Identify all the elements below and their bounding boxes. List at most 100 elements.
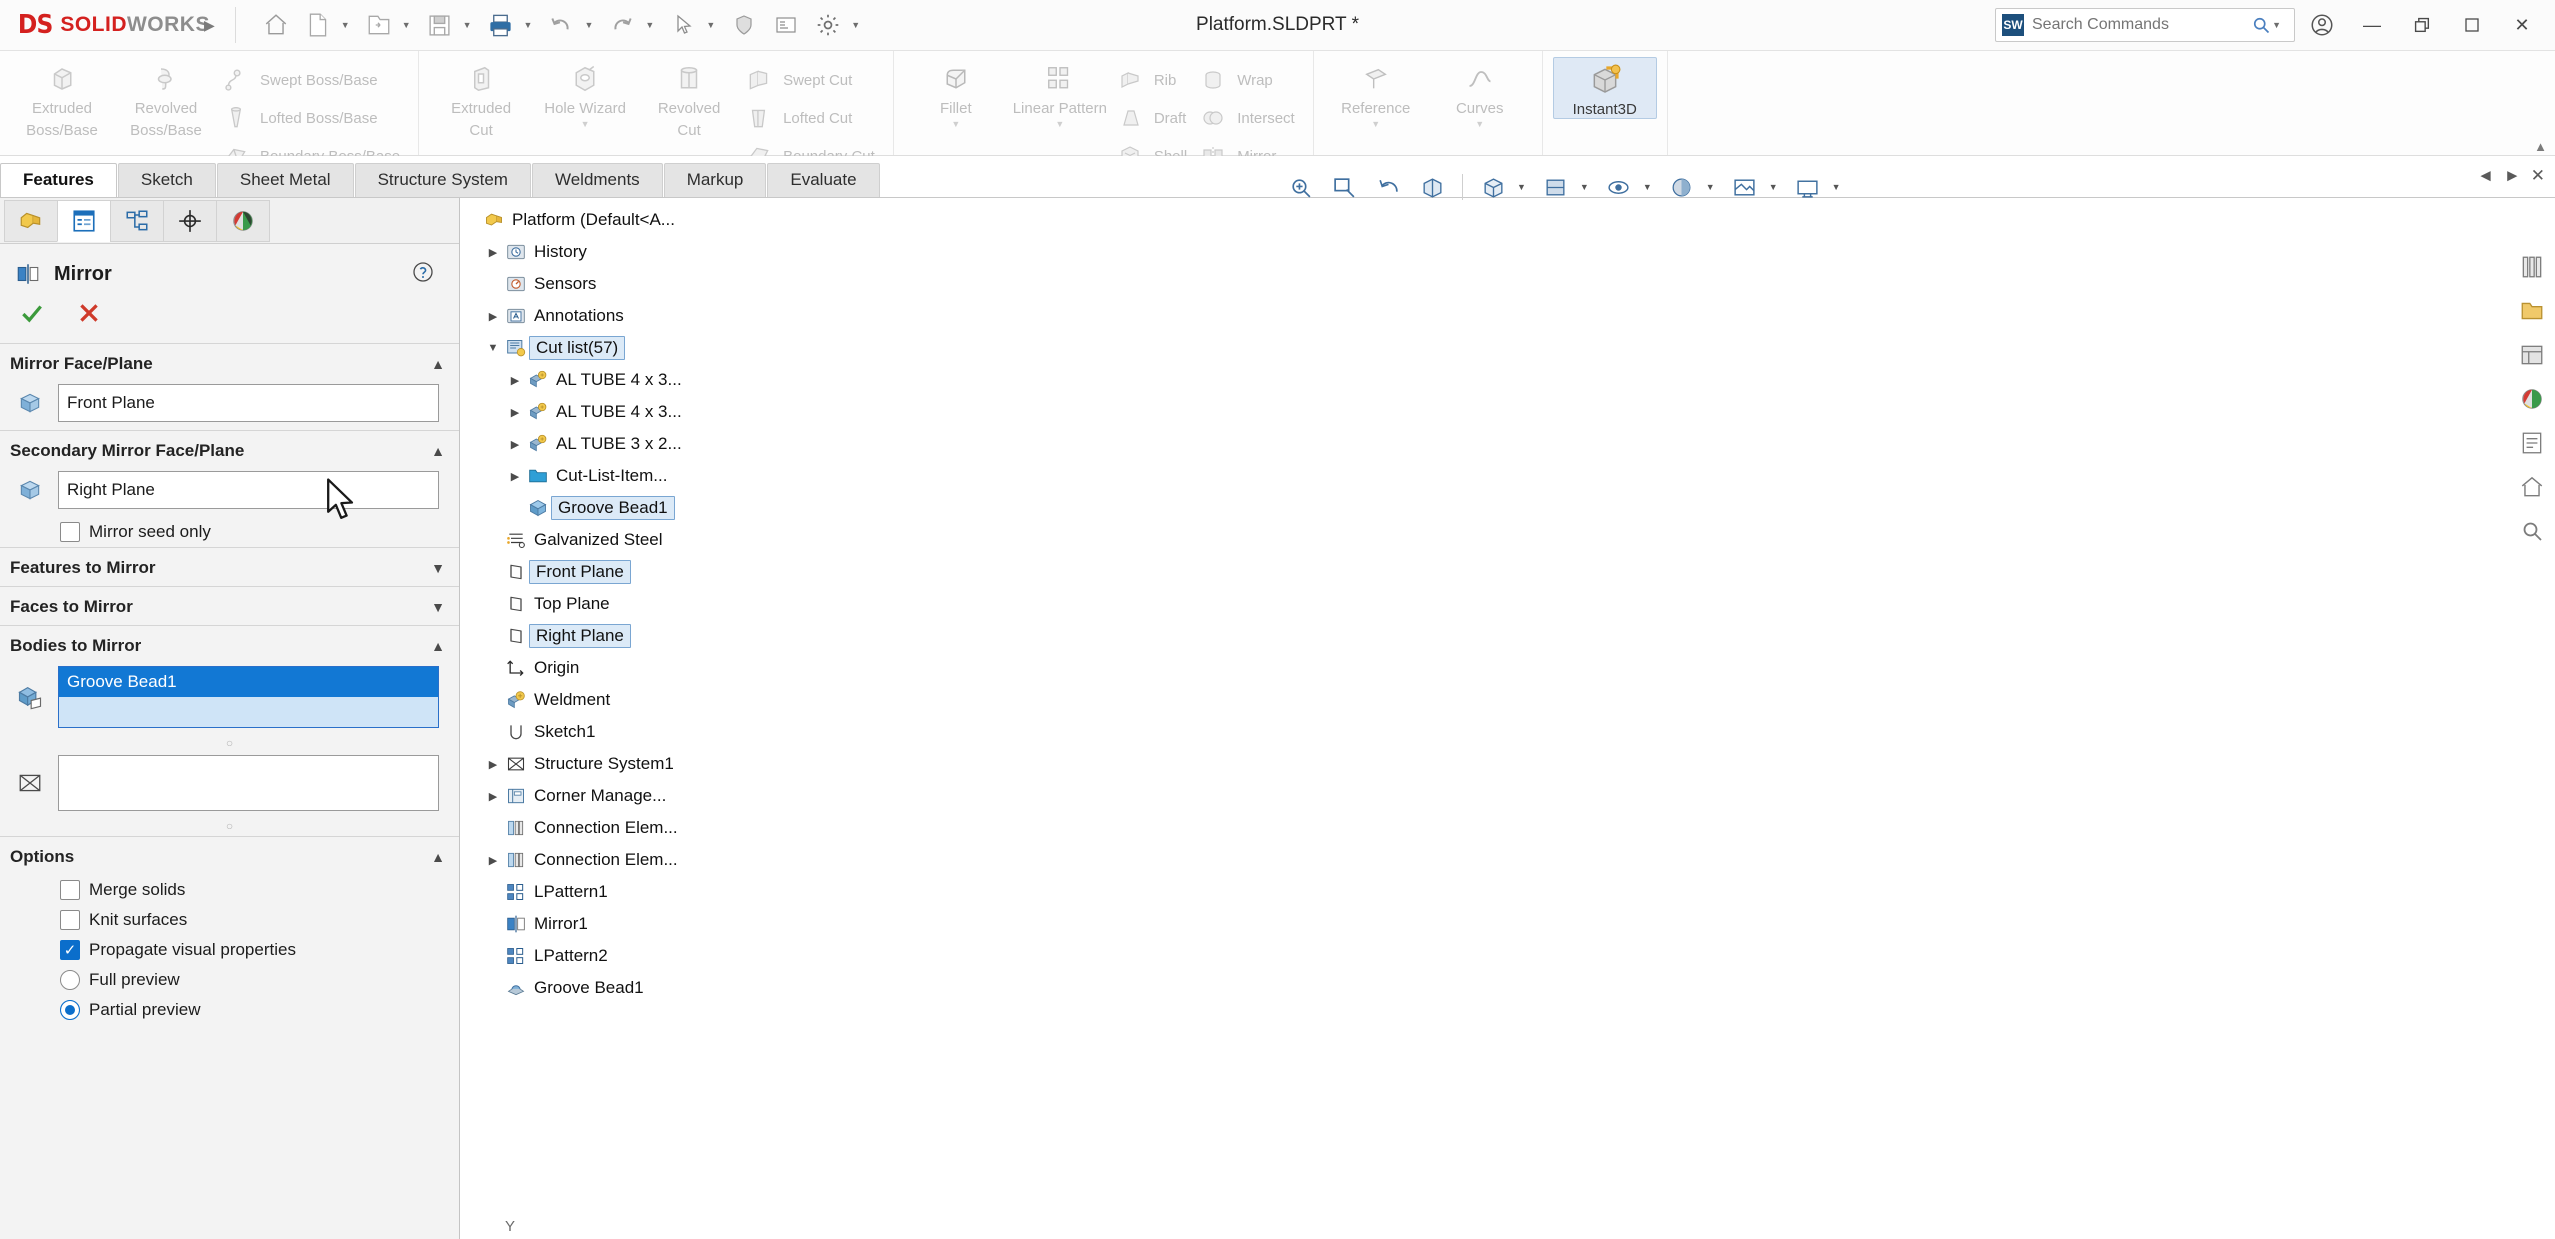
shield-icon[interactable] <box>724 6 764 44</box>
tree-item-galvanized-steel[interactable]: Galvanized Steel <box>461 524 761 556</box>
resize-handle-dot[interactable]: ○ <box>0 819 459 836</box>
chevron-up-icon[interactable]: ▲ <box>431 443 445 459</box>
secondary-mirror-face-plane-field[interactable]: Right Plane <box>58 471 439 509</box>
new-document-caret-icon[interactable]: ▼ <box>340 20 357 30</box>
selected-body-item[interactable]: Groove Bead1 <box>59 667 438 697</box>
tree-item-right-plane[interactable]: Right Plane <box>461 620 761 652</box>
property-manager-tab[interactable] <box>57 199 111 242</box>
tab-markup[interactable]: Markup <box>663 163 767 197</box>
zoom-fit-icon[interactable] <box>1280 168 1320 206</box>
appearance-caret-icon[interactable]: ▼ <box>1706 182 1721 192</box>
tree-item-cut-list-57[interactable]: ▼ Cut list(57) <box>461 332 761 364</box>
tree-item-top-plane[interactable]: Top Plane <box>461 588 761 620</box>
tree-item-annotations[interactable]: ▶ Annotations <box>461 300 761 332</box>
lofted-boss-base-button[interactable]: Lofted Boss/Base <box>218 99 408 137</box>
cross-icon[interactable] <box>76 300 102 331</box>
tree-item-front-plane[interactable]: Front Plane <box>461 556 761 588</box>
chevron-right-icon[interactable]: ► <box>2504 166 2521 186</box>
hide-show-caret-icon[interactable]: ▼ <box>1643 182 1658 192</box>
undo-caret-icon[interactable]: ▼ <box>583 20 600 30</box>
linear-pattern-button[interactable]: Linear Pattern ▼ <box>1008 57 1112 129</box>
chevron-down-icon[interactable]: ▼ <box>431 560 445 576</box>
chevron-up-icon[interactable]: ▲ <box>431 356 445 372</box>
reference-geometry-button[interactable]: Reference ▼ <box>1324 57 1428 129</box>
linear-pattern-caret-icon[interactable]: ▼ <box>1055 117 1064 129</box>
chevron-down-icon[interactable]: ▼ <box>483 342 503 354</box>
chevron-right-icon[interactable]: ▶ <box>483 246 503 259</box>
search-commands-box[interactable]: SW ▼ <box>1995 8 2295 42</box>
save-caret-icon[interactable]: ▼ <box>462 20 479 30</box>
draft-button[interactable]: Draft <box>1112 99 1195 137</box>
extruded-boss-base-button[interactable]: Extruded Boss/Base <box>10 57 114 139</box>
tab-features[interactable]: Features <box>0 163 117 197</box>
file-properties-icon[interactable] <box>766 6 806 44</box>
tree-item-al-tube-4-x-3[interactable]: ▶ AL TUBE 4 x 3... <box>461 396 761 428</box>
wrap-button[interactable]: Wrap <box>1195 61 1303 99</box>
maximize-button[interactable] <box>2449 5 2495 45</box>
restore-button[interactable] <box>2399 5 2445 45</box>
tree-item-groove-bead1[interactable]: Groove Bead1 <box>461 492 761 524</box>
checkmark-icon[interactable] <box>18 300 46 331</box>
section-header-mirror-face-plane[interactable]: Mirror Face/Plane ▲ <box>0 344 459 382</box>
tree-item-mirror1[interactable]: Mirror1 <box>461 908 761 940</box>
tree-item-groove-bead1[interactable]: Groove Bead1 <box>461 972 761 1004</box>
revolved-cut-button[interactable]: Revolved Cut <box>637 57 741 139</box>
graphics-area[interactable]: Front Plane Right Plane <box>461 156 2555 1239</box>
chevron-right-icon[interactable]: ▶ <box>483 310 503 323</box>
tree-item-sensors[interactable]: Sensors <box>461 268 761 300</box>
tree-item-weldment[interactable]: Weldment <box>461 684 761 716</box>
redo-caret-icon[interactable]: ▼ <box>644 20 661 30</box>
extruded-cut-button[interactable]: Extruded Cut <box>429 57 533 139</box>
section-header-bodies-to-mirror[interactable]: Bodies to Mirror ▲ <box>0 626 459 664</box>
swept-cut-button[interactable]: Swept Cut <box>741 61 883 99</box>
tree-item-cut-list-item[interactable]: ▶ Cut-List-Item... <box>461 460 761 492</box>
close-button[interactable]: ✕ <box>2499 5 2545 45</box>
section-header-options[interactable]: Options ▲ <box>0 837 459 875</box>
help-question-icon[interactable] <box>411 260 435 289</box>
mirror-face-plane-field[interactable]: Front Plane <box>58 384 439 422</box>
tree-item-lpattern2[interactable]: LPattern2 <box>461 940 761 972</box>
intersect-button[interactable]: Intersect <box>1195 99 1303 137</box>
chevron-up-icon[interactable]: ▲ <box>431 638 445 654</box>
tree-item-al-tube-4-x-3[interactable]: ▶ AL TUBE 4 x 3... <box>461 364 761 396</box>
menu-expand-arrow-icon[interactable]: ▶ <box>200 17 229 34</box>
feature-manager-tree[interactable]: Platform (Default<A... ▶ History Sensors ▶ A… <box>461 198 761 1239</box>
home-icon[interactable] <box>256 6 296 44</box>
bodies-to-mirror-selection-box[interactable]: Groove Bead1 <box>58 666 439 728</box>
instant3d-button[interactable]: Instant3D <box>1552 57 1657 119</box>
account-icon[interactable] <box>2299 5 2345 45</box>
undo-icon[interactable] <box>541 6 581 44</box>
tab-sketch[interactable]: Sketch <box>117 163 216 197</box>
curves-button[interactable]: Curves ▼ <box>1428 57 1532 129</box>
print-icon[interactable] <box>481 6 521 44</box>
properties-icon[interactable] <box>2513 424 2551 462</box>
open-document-icon[interactable] <box>359 6 399 44</box>
hole-wizard-caret-icon[interactable]: ▼ <box>581 117 590 129</box>
view-settings-caret-icon[interactable]: ▼ <box>1832 182 1847 192</box>
display-manager-tab[interactable] <box>216 199 270 242</box>
display-style-caret-icon[interactable]: ▼ <box>1580 182 1595 192</box>
open-document-caret-icon[interactable]: ▼ <box>401 20 418 30</box>
search-icon[interactable] <box>2513 512 2551 550</box>
ribbon-collapse-icon[interactable]: ▲ <box>2534 139 2547 154</box>
lofted-cut-button[interactable]: Lofted Cut <box>741 99 883 137</box>
propagate-visual-properties-checkbox[interactable]: Propagate visual properties <box>0 935 459 965</box>
scene-icon[interactable] <box>1725 168 1765 206</box>
save-icon[interactable] <box>420 6 460 44</box>
bodies-secondary-selection-box[interactable] <box>58 755 439 811</box>
chevron-right-icon[interactable]: ▶ <box>505 470 525 483</box>
chevron-right-icon[interactable]: ▶ <box>483 790 503 803</box>
swept-boss-base-button[interactable]: Swept Boss/Base <box>218 61 408 99</box>
select-caret-icon[interactable]: ▼ <box>705 20 722 30</box>
tree-item-connection-elem[interactable]: Connection Elem... <box>461 812 761 844</box>
section-header-faces-to-mirror[interactable]: Faces to Mirror ▼ <box>0 587 459 625</box>
tree-item-al-tube-3-x-2[interactable]: ▶ AL TUBE 3 x 2... <box>461 428 761 460</box>
tab-structure-system[interactable]: Structure System <box>354 163 531 197</box>
new-document-icon[interactable] <box>298 6 338 44</box>
tree-item-connection-elem[interactable]: ▶ Connection Elem... <box>461 844 761 876</box>
minimize-button[interactable]: — <box>2349 5 2395 45</box>
reference-geometry-caret-icon[interactable]: ▼ <box>1371 117 1380 129</box>
hole-wizard-button[interactable]: Hole Wizard ▼ <box>533 57 637 129</box>
section-view-icon[interactable] <box>1412 168 1452 206</box>
appearance-icon[interactable] <box>1662 168 1702 206</box>
